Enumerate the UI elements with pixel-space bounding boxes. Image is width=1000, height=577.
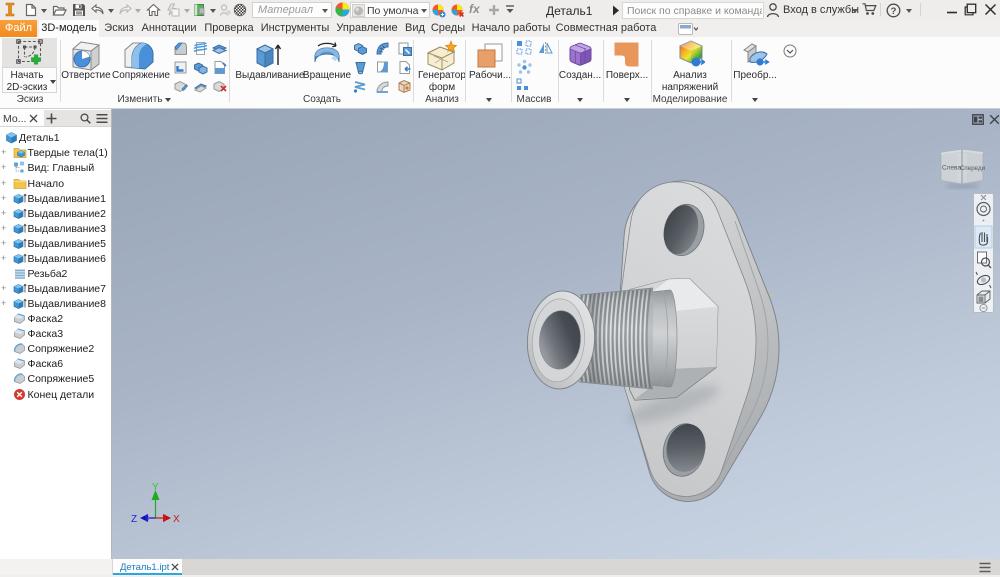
svg-text:Z: Z: [131, 514, 137, 525]
svg-text:Y: Y: [152, 482, 159, 493]
svg-text:Слева: Слева: [942, 165, 961, 172]
svg-text:?: ?: [891, 6, 897, 17]
svg-text:X: X: [173, 514, 180, 525]
svg-text:Спереди: Спереди: [960, 165, 986, 172]
